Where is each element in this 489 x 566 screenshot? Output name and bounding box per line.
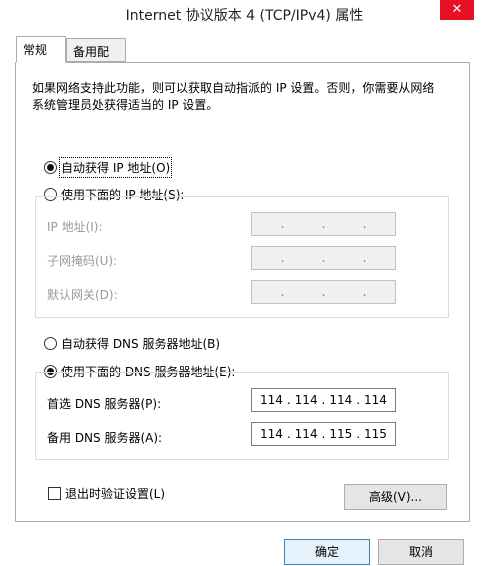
ip-dot: . [286,393,291,407]
ip-dot: . [362,217,367,231]
dns-group-box [35,372,449,460]
subnet-mask-input[interactable]: . . . [251,246,396,270]
ip-dot: . [280,285,285,299]
ip-octet: 114 [364,393,387,407]
ip-dot: . [321,251,326,265]
preferred-dns-label: 首选 DNS 服务器(P): [47,397,162,411]
ip-dot: . [356,393,361,407]
alternate-dns-label: 备用 DNS 服务器(A): [47,431,163,445]
ok-button[interactable]: 确定 [284,539,370,565]
default-gateway-label: 默认网关(D): [47,288,118,302]
ip-dot: . [280,217,285,231]
default-gateway-input[interactable]: . . . [251,280,396,304]
ip-octet: 114 [260,427,283,441]
validate-on-exit-label: 退出时验证设置(L) [65,487,166,501]
ip-address-input[interactable]: . . . [251,212,396,236]
ip-dot: . [356,427,361,441]
subnet-mask-label: 子网掩码(U): [47,254,118,268]
radio-auto-dns-indicator[interactable] [44,337,57,350]
ip-octet: 115 [329,427,353,441]
advanced-button[interactable]: 高级(V)... [344,484,447,510]
ip-address-label: IP 地址(I): [47,220,103,234]
ip-octet: 114 [294,393,318,407]
validate-on-exit[interactable]: 退出时验证设置(L) [48,485,165,502]
ip-dot: . [321,393,326,407]
ip-octet: 114 [329,393,353,407]
cancel-button[interactable]: 取消 [378,539,464,565]
ip-dot: . [321,427,326,441]
ip-octet: 114 [260,393,283,407]
preferred-dns-input[interactable]: 114 . 114 . 114 . 114 [251,388,396,412]
ip-octet: 115 [364,427,387,441]
radio-auto-ip-indicator[interactable] [44,161,57,174]
ip-dot: . [362,285,367,299]
ip-dot: . [321,285,326,299]
ip-dot: . [280,251,285,265]
validate-on-exit-checkbox[interactable] [48,487,61,500]
radio-auto-ip[interactable]: 自动获得 IP 地址(O) [44,157,173,178]
ip-octet: 114 [294,427,318,441]
radio-auto-dns[interactable]: 自动获得 DNS 服务器地址(B) [44,335,220,352]
ip-dot: . [321,217,326,231]
ip-dot: . [286,427,291,441]
radio-auto-dns-label: 自动获得 DNS 服务器地址(B) [61,337,221,351]
ip-dot: . [362,251,367,265]
alternate-dns-input[interactable]: 114 . 114 . 115 . 115 [251,422,396,446]
description-text: 如果网络支持此功能，则可以获取自动指派的 IP 设置。否则，你需要从网络系统管理… [32,81,435,112]
radio-auto-ip-label: 自动获得 IP 地址(O) [58,157,173,178]
